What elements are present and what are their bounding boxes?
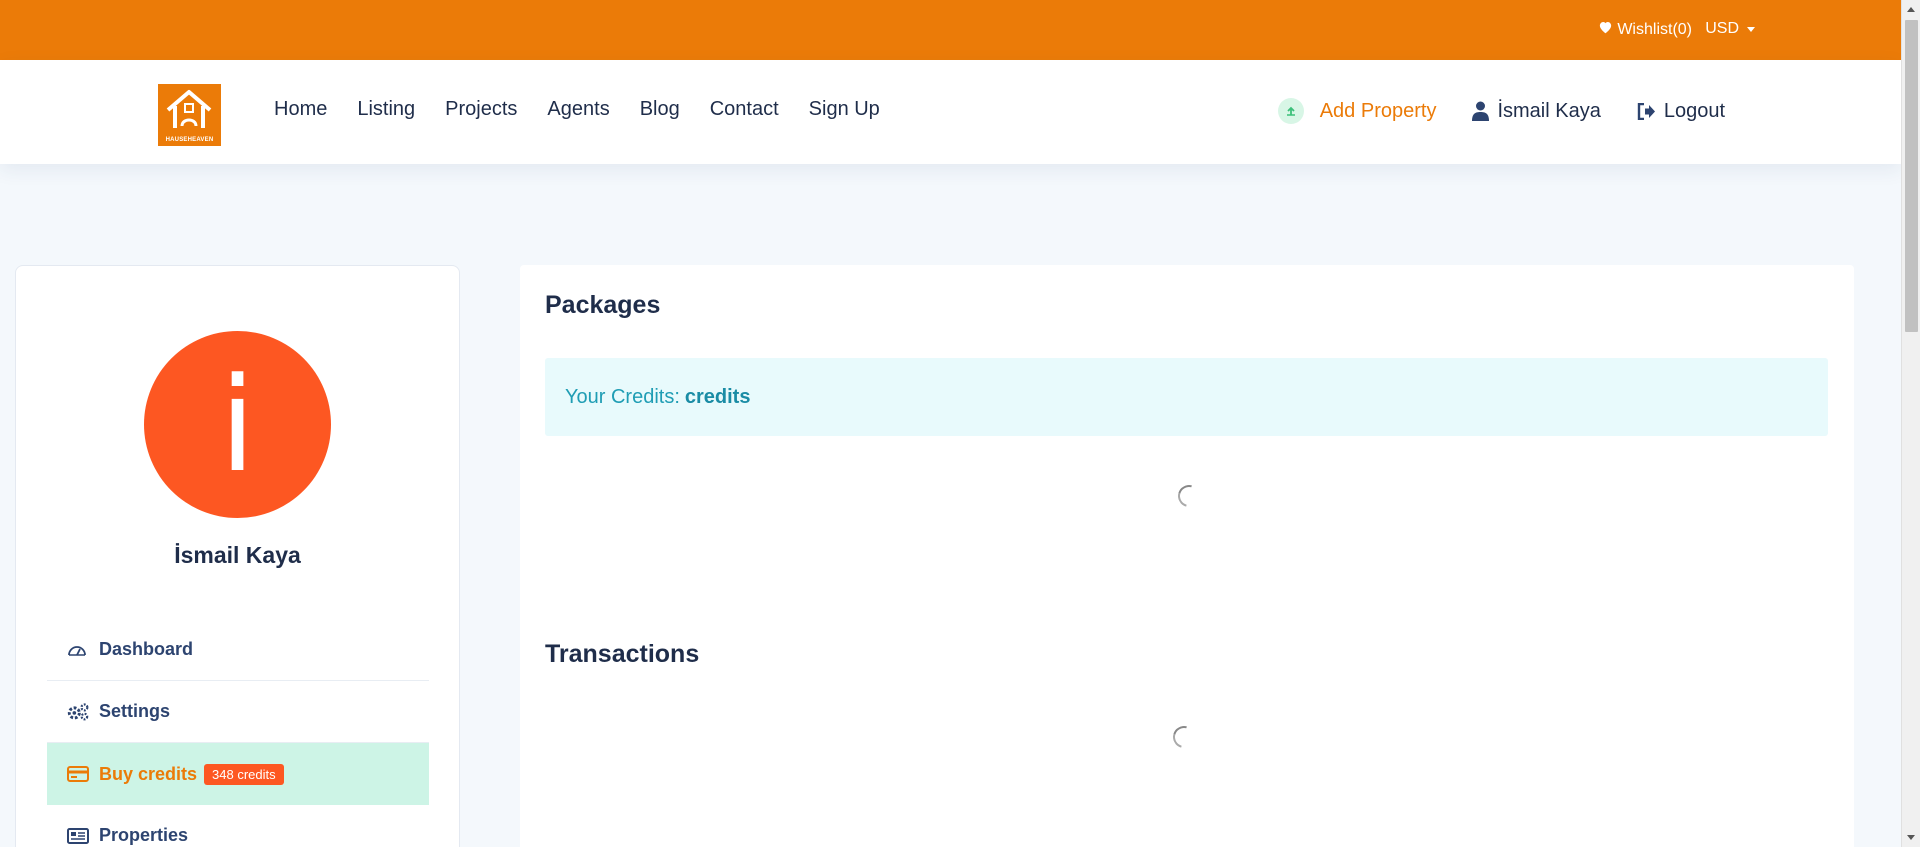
nav-listing[interactable]: Listing	[357, 98, 415, 121]
credits-label: Your Credits:	[565, 385, 680, 408]
page-scrollbar[interactable]	[1901, 0, 1920, 847]
account-menu: Dashboard Settings Buy credits 348 credi…	[47, 619, 429, 847]
menu-label-properties: Properties	[99, 825, 189, 845]
scroll-up-icon[interactable]	[1907, 7, 1915, 12]
menu-label-dashboard: Dashboard	[99, 639, 194, 659]
transactions-loading-spinner	[1168, 721, 1200, 753]
avatar: i	[144, 331, 331, 518]
profile-name: İsmail Kaya	[174, 542, 301, 568]
top-bar: Wishlist(0) USD	[0, 0, 1901, 60]
nav-projects[interactable]: Projects	[445, 98, 517, 121]
nav-agents[interactable]: Agents	[547, 98, 609, 121]
logout-icon	[1637, 102, 1656, 120]
menu-item-buy-credits[interactable]: Buy credits 348 credits	[47, 743, 429, 805]
transactions-title: Transactions	[545, 640, 700, 668]
logo-text: HAUSEHEAVEN	[165, 137, 214, 143]
currency-dropdown[interactable]: USD	[1705, 20, 1755, 38]
house-logo-icon	[166, 90, 212, 128]
menu-item-properties[interactable]: Properties	[47, 805, 429, 847]
caret-down-icon	[1747, 26, 1755, 32]
menu-label-settings: Settings	[99, 701, 171, 721]
upload-icon	[1277, 98, 1304, 124]
newspaper-icon	[67, 827, 89, 844]
menu-item-dashboard[interactable]: Dashboard	[47, 619, 429, 681]
packages-loading-spinner	[1173, 480, 1205, 512]
wishlist-label: Wishlist(0)	[1617, 20, 1692, 38]
main-content: Packages Your Credits: credits Transacti…	[520, 265, 1854, 847]
credits-badge: 348 credits	[204, 763, 284, 785]
logout-label: Logout	[1663, 99, 1725, 122]
packages-title: Packages	[545, 291, 661, 319]
user-icon	[1472, 101, 1490, 121]
add-property-button[interactable]: Add Property	[1277, 98, 1437, 124]
scroll-down-icon[interactable]	[1907, 835, 1915, 840]
logout-button[interactable]: Logout	[1637, 100, 1725, 123]
nav-home[interactable]: Home	[274, 98, 327, 121]
site-logo[interactable]: HAUSEHEAVEN	[158, 84, 221, 146]
main-nav: Home Listing Projects Agents Blog Contac…	[274, 98, 910, 121]
credits-alert: Your Credits: credits	[545, 358, 1828, 436]
nav-contact[interactable]: Contact	[710, 98, 779, 121]
menu-item-settings[interactable]: Settings	[47, 681, 429, 743]
currency-label: USD	[1705, 20, 1739, 37]
main-header: HAUSEHEAVEN Home Listing Projects Agents…	[0, 60, 1901, 164]
heart-icon	[1598, 20, 1613, 39]
menu-label-buy-credits: Buy credits	[99, 763, 198, 784]
header-actions: Add Property İsmail Kaya Logout	[1277, 98, 1725, 124]
scrollbar-thumb[interactable]	[1905, 20, 1918, 332]
nav-blog[interactable]: Blog	[640, 98, 680, 121]
wishlist-link[interactable]: Wishlist(0)	[1598, 20, 1692, 39]
credit-card-icon	[67, 766, 89, 782]
user-profile-link[interactable]: İsmail Kaya	[1472, 99, 1601, 123]
add-property-label: Add Property	[1319, 99, 1437, 122]
user-name-label: İsmail Kaya	[1497, 99, 1601, 122]
profile-sidebar: i İsmail Kaya Dashboard Settings Buy cre…	[15, 265, 460, 847]
gears-icon	[67, 702, 89, 722]
credits-value: credits	[684, 385, 751, 408]
dashboard-icon	[67, 643, 89, 657]
nav-signup[interactable]: Sign Up	[809, 98, 880, 121]
